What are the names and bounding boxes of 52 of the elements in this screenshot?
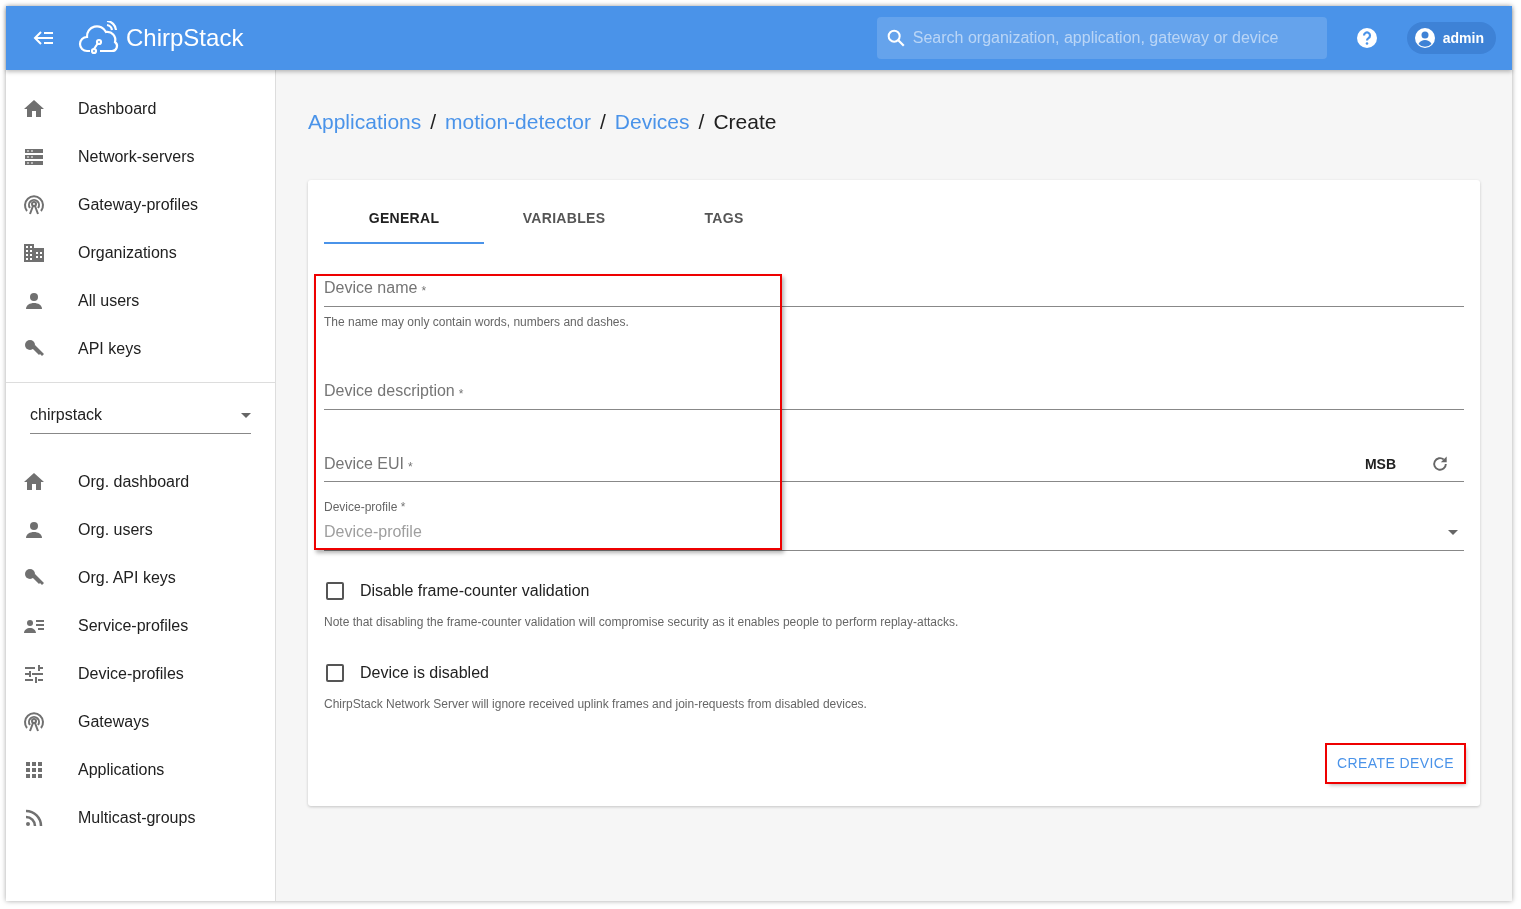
input-field[interactable]: Device-profile * Device-profile [324,498,1464,552]
checkbox[interactable] [326,664,344,683]
sidebar-item[interactable]: Gateways [6,698,275,746]
sidebar-item[interactable]: Org. dashboard [6,458,275,506]
note-text: ChirpStack Network Server will ignore received uplink frames and join-requests from disabled devices. [324,696,868,714]
required-mark: * [408,459,413,477]
checkbox[interactable] [326,582,344,601]
breadcrumb-separator: / [698,109,705,135]
caret-icon [1448,529,1458,535]
account-icon [1412,26,1437,50]
required-mark: * [421,282,427,300]
sidebar-item[interactable]: All users [6,277,275,325]
byte-order-button[interactable]: MSB [1360,451,1400,477]
tab[interactable]: GENERAL [324,195,484,244]
tab[interactable]: TAGS [644,195,804,244]
input-field[interactable]: Device EUI * MSB [324,451,1464,483]
field-label: Device name [324,277,418,298]
note-text: Note that disabling the frame-counter validation will compromise security as it enables people to perform replay-attacks. [324,614,960,632]
sidebar-item[interactable]: Network-servers [6,133,275,181]
field-label: Device description [324,380,455,401]
sidebar-item[interactable]: Device-profiles [6,650,275,698]
sidebar-item[interactable]: Applications [6,746,275,794]
field-label: Device-profile [324,500,398,515]
organization-select[interactable]: chirpstack [30,399,251,434]
placeholder-text: Device-profile [324,522,422,543]
caret-icon [241,412,251,418]
building-icon [22,241,46,265]
sidebar-item[interactable]: Multicast-groups [6,794,275,842]
sidebar-item[interactable]: Organizations [6,229,275,277]
breadcrumb-current: Create [713,109,777,135]
breadcrumb-separator: / [430,109,437,135]
sidebar-item[interactable]: Service-profiles [6,602,275,650]
checkbox-label: Disable frame-counter validation [360,581,590,602]
sidebar-item[interactable]: Dashboard [6,85,275,133]
sidebar-item[interactable]: Gateway-profiles [6,181,275,229]
required-mark: * [400,500,406,515]
breadcrumb-separator: / [600,109,606,135]
helper-text: The name may only contain words, numbers and dashes. [324,313,630,331]
user-button[interactable]: admin [1406,22,1496,54]
checkbox-label: Device is disabled [360,663,489,684]
input-field[interactable]: Device name * [324,275,1464,307]
field-label: Device EUI [324,454,405,475]
required-mark: * [458,385,464,403]
sidebar-item[interactable]: API keys [6,325,275,373]
antenna-icon [22,710,46,734]
logo-text: ChirpStack [126,23,244,53]
input-field[interactable]: Device description * [324,378,1464,410]
antenna-icon [22,193,46,217]
sidebar-item[interactable]: Org. API keys [6,554,275,602]
sliders-icon [22,662,46,686]
tab[interactable]: VARIABLES [484,195,644,244]
sidebar-item[interactable]: Org. users [6,506,275,554]
